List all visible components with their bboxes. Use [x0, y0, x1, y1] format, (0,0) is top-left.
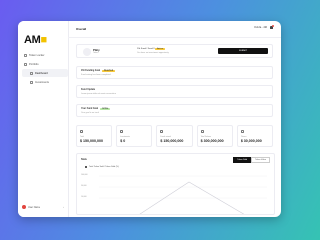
wallet-icon — [80, 130, 83, 133]
app-window: AM■ Token Locker Portfolio Dashboard Inv… — [18, 21, 281, 217]
grid-icon — [30, 71, 33, 75]
status-badge: Active — [100, 108, 111, 110]
bird-icon — [240, 130, 244, 133]
fund-card: Pikty Token 1St Fund / Fund 3 Active You… — [76, 44, 273, 58]
submit-button[interactable]: SUBMIT — [218, 48, 268, 54]
page-title: Overall — [76, 27, 87, 31]
user-menu[interactable]: User Name › — [22, 203, 64, 211]
stats-chart-panel: Stats Token Sold Token Value Total Token… — [76, 153, 275, 215]
chevron-right-icon: › — [63, 205, 64, 209]
stat-card: Investments $ 0 — [116, 125, 153, 147]
list-item[interactable]: Fund Update Lorem ipsum dolor sit amet c… — [76, 85, 273, 98]
stat-card: Total Volume $ 300,000,000 — [196, 125, 233, 147]
project-sub: Token — [93, 52, 99, 54]
status-badge: Reached — [102, 70, 116, 72]
chart-plot — [99, 175, 267, 214]
sidebar-item-investments[interactable]: Investments — [22, 78, 68, 86]
sidebar-item-portfolio[interactable]: Portfolio — [22, 60, 68, 68]
sidebar-nav: Token Locker Portfolio Dashboard Investm… — [22, 51, 68, 87]
topbar: Overall 0x12a...4fd — [68, 21, 281, 38]
avatar — [22, 205, 26, 209]
arrow-icon — [120, 130, 124, 133]
sidebar-item-dashboard[interactable]: Dashboard — [22, 69, 68, 77]
coin-icon — [160, 130, 164, 133]
sidebar-item-token-locker[interactable]: Token Locker — [22, 51, 68, 59]
sidebar: AM■ Token Locker Portfolio Dashboard Inv… — [18, 21, 69, 217]
wallet-icon — [24, 62, 27, 66]
project-logo — [83, 48, 91, 56]
stat-card: Tokens $ 30,000,000 — [236, 125, 274, 147]
lock-icon — [24, 53, 27, 57]
bell-icon[interactable] — [270, 25, 274, 29]
stats-row: Total $ 150,000,000 Investments $ 0 Funds … — [76, 125, 274, 147]
account-area[interactable]: 0x12a...4fd — [254, 25, 274, 29]
stat-card: Funds raised $ 150,000,000 — [156, 125, 193, 147]
stat-card: Total $ 150,000,000 — [76, 125, 113, 147]
chart-icon — [30, 80, 33, 84]
account-address[interactable]: 0x12a...4fd — [254, 26, 267, 29]
status-badge: Active — [155, 48, 166, 50]
fund-status: 1St Fund / Fund 3 Active — [137, 48, 166, 50]
chart-icon — [200, 130, 204, 133]
notification-badge — [271, 25, 274, 28]
list-item[interactable]: 1St Funding Goal Reached Fund raising has… — [76, 66, 273, 79]
fund-sub: You have an investment opportunity — [137, 52, 169, 54]
brand-logo[interactable]: AM■ — [24, 34, 47, 46]
main-content: Overall 0x12a...4fd Pikty Token 1St Fund… — [68, 21, 281, 217]
list-item[interactable]: Your Fund Goal Active Your goal is on tra… — [76, 104, 273, 117]
